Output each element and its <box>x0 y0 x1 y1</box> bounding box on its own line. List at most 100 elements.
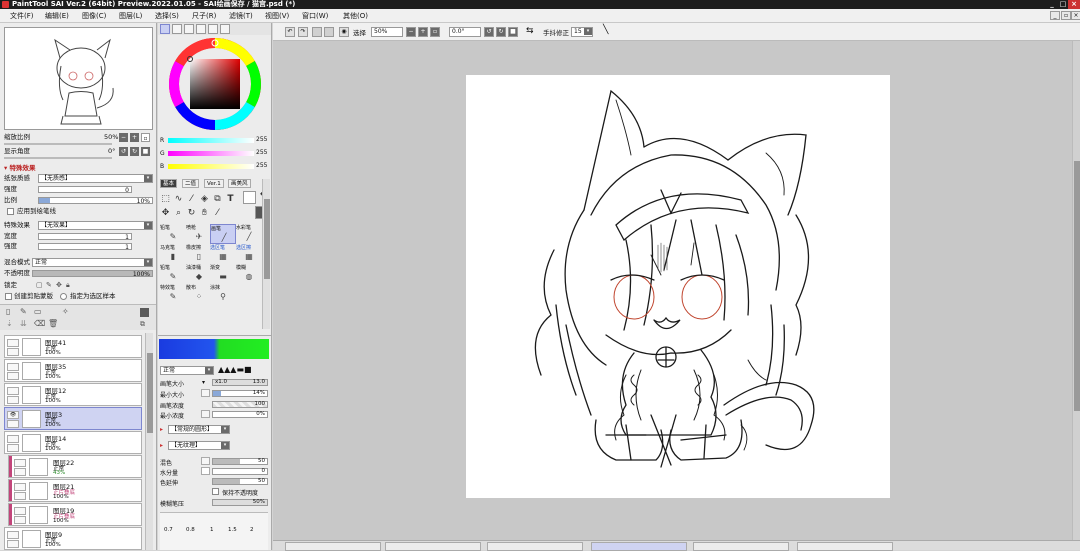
min-size-slider[interactable]: 14% <box>212 390 268 397</box>
brush-brush[interactable]: 画笔 ╱ <box>210 224 236 244</box>
visibility-toggle[interactable] <box>7 339 19 347</box>
brush-pencil-2[interactable]: 铅笔 ✎ <box>160 264 186 284</box>
merge-down-icon[interactable]: ⇊ <box>20 319 27 328</box>
size-preset[interactable]: 0.7 <box>164 527 173 533</box>
tab-painting-style[interactable]: 画美风 <box>228 179 251 188</box>
r-slider[interactable] <box>168 138 254 143</box>
layer-lock-toggle[interactable] <box>7 348 19 356</box>
clear-layer-icon[interactable]: ⌫ <box>34 319 45 328</box>
mix-slider[interactable]: 50 <box>212 458 268 465</box>
visibility-toggle[interactable] <box>7 531 19 539</box>
color-wheel[interactable] <box>168 37 262 131</box>
brush-gradient[interactable]: 渐变 ▬ <box>210 264 236 284</box>
visibility-toggle[interactable] <box>7 363 19 371</box>
redo-icon[interactable]: ↷ <box>298 27 308 37</box>
zoom-reset-button[interactable]: ▫ <box>141 133 150 142</box>
lock-all-icon[interactable]: 🔒︎ <box>66 281 70 290</box>
menu-layer[interactable]: 图层(L) <box>119 11 142 21</box>
layer-item[interactable]: 图层41 正常 100% <box>4 335 142 358</box>
deselect-button[interactable] <box>312 27 322 37</box>
layer-list-scrollbar[interactable] <box>145 333 153 550</box>
zoom-out-icon[interactable]: − <box>406 27 416 37</box>
zoom-tool-icon[interactable]: ⌕ <box>173 208 184 219</box>
rotate-tool-icon[interactable]: ↻ <box>186 208 197 219</box>
g-slider[interactable] <box>168 151 254 156</box>
effects-header[interactable]: ▾ 特殊效果 <box>4 164 154 173</box>
brush-shape-icons[interactable]: ▲▲▲▬■ <box>218 365 252 374</box>
layer-lock-toggle[interactable] <box>14 492 26 500</box>
brush-pencil[interactable]: 铅笔 ✎ <box>160 224 186 244</box>
zoom-in-icon[interactable]: + <box>418 27 428 37</box>
layer-effect-icon[interactable]: ✧ <box>62 307 69 316</box>
menu-select[interactable]: 选择(S) <box>155 11 179 21</box>
clone-icon[interactable]: ⧉ <box>212 194 223 205</box>
visibility-toggle[interactable]: 👁︎ <box>7 411 19 419</box>
brush-size-slider[interactable]: x1.0 13.0 <box>212 379 268 386</box>
rotate-reset-icon[interactable]: ■ <box>508 27 518 37</box>
tab-ver1[interactable]: Ver.1 <box>204 179 224 188</box>
tab-basic[interactable]: 基本 <box>160 179 178 188</box>
brush-texture-select[interactable]: 【无纹理】 ▾ <box>168 441 230 450</box>
rotate-left-button[interactable]: ↺ <box>119 147 128 156</box>
layer-item[interactable]: 图层35 正常 100% <box>4 359 142 382</box>
menu-view[interactable]: 视图(V) <box>265 11 289 21</box>
new-folder-icon[interactable]: ▭ <box>34 307 42 316</box>
magic-wand-icon[interactable]: ⁄ <box>186 194 197 205</box>
mdi-restore-button[interactable]: ▫ <box>1061 11 1071 20</box>
menu-image[interactable]: 图像(C) <box>82 11 106 21</box>
new-layer-icon[interactable]: ▯ <box>6 307 10 316</box>
effect-select[interactable]: 【无效果】 ▾ <box>38 221 153 230</box>
rgb-slider-mode-icon[interactable] <box>172 24 182 34</box>
opacity-slider[interactable]: 100% <box>32 270 153 278</box>
zoom-fit-icon[interactable]: ▫ <box>430 27 440 37</box>
lasso-icon[interactable]: ∿ <box>173 194 184 205</box>
brush-blend-select[interactable]: 正常 ▾ <box>160 366 214 375</box>
selection-sample-radio[interactable] <box>60 293 67 300</box>
layer-lock-toggle[interactable] <box>7 372 19 380</box>
apply-brush-checkbox[interactable] <box>7 208 14 215</box>
delete-layer-icon[interactable]: 🗑︎ <box>48 319 58 328</box>
water-slider[interactable]: 0 <box>212 468 268 475</box>
stroke-correction-icon[interactable]: ╲ <box>603 25 608 35</box>
rect-select-icon[interactable]: ⬚ <box>160 194 171 205</box>
undo-icon[interactable]: ↶ <box>285 27 295 37</box>
mdi-close-button[interactable]: × <box>1071 11 1080 20</box>
stretch-slider[interactable]: 50 <box>212 478 268 485</box>
angle-select[interactable]: 0.0° <box>449 27 481 37</box>
blur-pressure-slider[interactable]: 50% <box>212 499 268 506</box>
zoom-in-button[interactable]: + <box>130 133 139 142</box>
drawing-canvas[interactable] <box>466 75 890 498</box>
layer-lock-toggle[interactable] <box>14 516 26 524</box>
flip-horizontal-icon[interactable]: ⇆ <box>526 26 534 36</box>
move-icon[interactable]: ✥ <box>160 208 171 219</box>
mix-toggle[interactable] <box>201 457 210 465</box>
layer-lock-toggle[interactable] <box>7 396 19 404</box>
layer-item-clipped[interactable]: 图层19 正片叠底 100% <box>8 503 142 526</box>
transfer-down-icon[interactable]: ⇣ <box>6 319 13 328</box>
visibility-toggle[interactable] <box>14 483 26 491</box>
scrollbar-thumb[interactable] <box>264 199 270 279</box>
lock-paint-icon[interactable]: ✎ <box>46 281 52 290</box>
brush-effect-pen[interactable]: 特效笔 ✎ <box>160 284 186 304</box>
layer-lock-toggle[interactable] <box>14 468 26 476</box>
hand-tool-icon[interactable]: ✋︎ <box>199 208 210 219</box>
menu-window[interactable]: 窗口(W) <box>302 11 328 21</box>
brush-scatter[interactable]: 散布 ⁘ <box>186 284 212 304</box>
min-density-slider[interactable]: 0% <box>212 411 268 418</box>
hsv-slider-mode-icon[interactable] <box>184 24 194 34</box>
secondary-color-swatch[interactable] <box>243 191 256 204</box>
text-tool-icon[interactable]: T <box>225 194 236 205</box>
tab-binary[interactable]: 二值 <box>182 179 200 188</box>
strength2-slider[interactable]: 1 <box>38 243 132 251</box>
min-size-toggle[interactable] <box>201 389 210 397</box>
brush-blur[interactable]: 模糊 ◍ <box>236 264 262 284</box>
brush-smudge[interactable]: 涂抹 ⚲ <box>210 284 236 304</box>
menu-other[interactable]: 其他(O) <box>343 11 368 21</box>
size-preset[interactable]: 0.8 <box>186 527 195 533</box>
brush-select-eraser[interactable]: 选区擦 ▦ <box>236 244 262 264</box>
paper-texture-select[interactable]: 【无质感】 ▾ <box>38 174 153 183</box>
rotate-ccw-icon[interactable]: ↺ <box>484 27 494 37</box>
zoom-slider[interactable] <box>4 143 112 145</box>
navigator-preview[interactable] <box>4 27 153 130</box>
min-density-toggle[interactable] <box>201 410 210 418</box>
